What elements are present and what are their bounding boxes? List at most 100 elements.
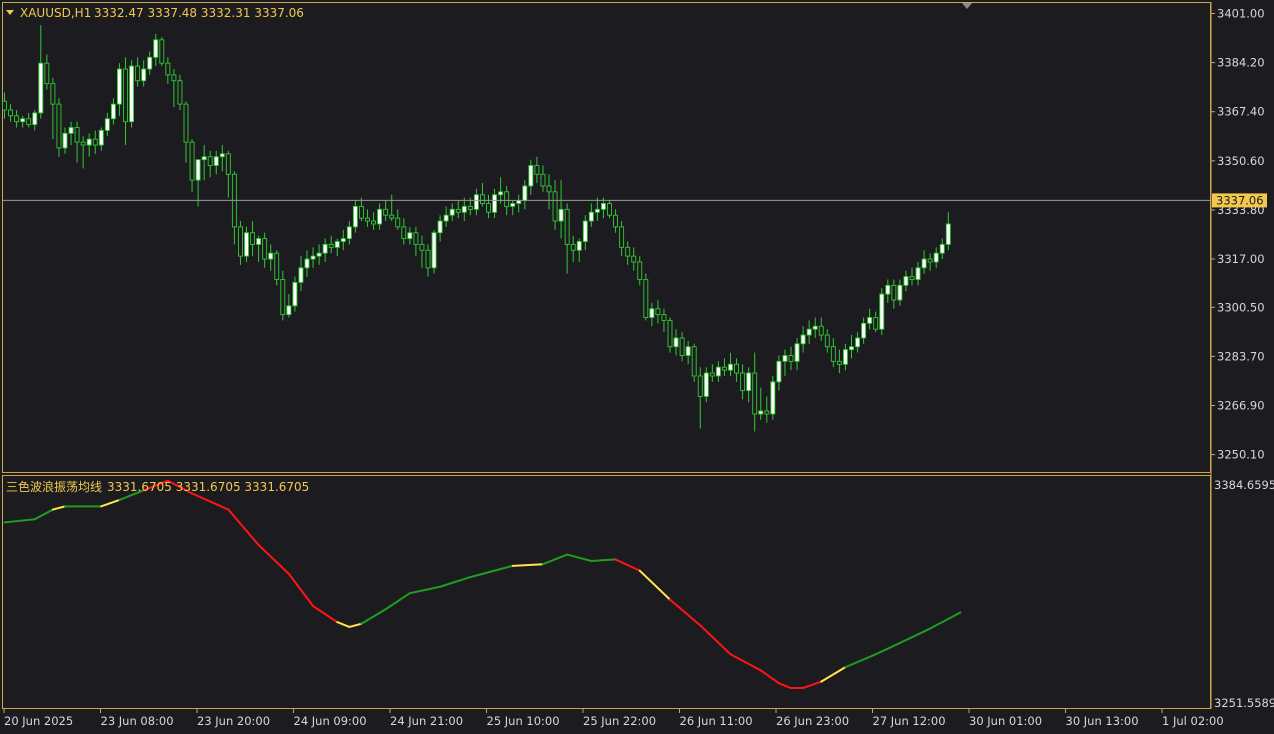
candle-body <box>14 115 20 123</box>
candle-body <box>770 381 776 415</box>
candle-body <box>522 185 528 202</box>
candle-body <box>141 68 147 82</box>
candle-body <box>316 252 322 257</box>
candle-body <box>104 118 110 131</box>
candle-body <box>159 39 165 64</box>
candle-body <box>534 165 540 175</box>
candle-body <box>401 226 407 240</box>
candle-body <box>219 153 225 158</box>
candle-body <box>540 173 546 187</box>
candle-body <box>800 334 806 345</box>
indicator-axis-max: 3384.6595 <box>1214 478 1274 492</box>
candle <box>643 273 649 321</box>
candle-body <box>280 279 286 316</box>
price-tick-label: 3367.40 <box>1217 105 1265 119</box>
candle-body <box>625 246 631 257</box>
candle-body <box>237 226 243 257</box>
candle-body <box>274 252 280 280</box>
candle-body <box>939 243 945 254</box>
candle <box>879 288 885 336</box>
candle-body <box>352 205 358 228</box>
candle-body <box>613 214 618 228</box>
candle-body <box>377 208 383 225</box>
candle-body <box>431 232 437 269</box>
time-tick-label: 25 Jun 10:00 <box>487 714 560 728</box>
candle-body <box>933 252 939 263</box>
candle-body <box>244 232 249 257</box>
candle-body <box>189 141 195 181</box>
candle-body <box>806 328 812 336</box>
candle-body <box>764 410 770 415</box>
candle-body <box>304 258 310 269</box>
candle-body <box>843 349 848 365</box>
candle-body <box>165 62 171 76</box>
candle-body <box>92 138 98 146</box>
candle-body <box>740 372 746 392</box>
indicator-values: 3331.6705 3331.6705 3331.6705 <box>107 480 309 494</box>
candle-body <box>116 68 122 105</box>
candle-body <box>891 284 897 301</box>
candle-body <box>782 355 788 362</box>
candle-body <box>915 267 921 280</box>
trading-chart: 3401.003384.203367.403350.603333.803317.… <box>2 2 1274 728</box>
candle-body <box>425 249 431 269</box>
candle-body <box>897 284 903 301</box>
candle-body <box>601 203 606 210</box>
candle-body <box>607 203 612 216</box>
time-tick-label: 30 Jun 13:00 <box>1066 714 1139 728</box>
candle-body <box>171 74 177 82</box>
candle-body <box>619 226 625 248</box>
candle-body <box>461 205 467 213</box>
candle-body <box>722 366 727 371</box>
candle-body <box>32 112 38 126</box>
candle-body <box>473 194 479 210</box>
candle-body <box>298 267 304 283</box>
candle-body <box>576 241 582 251</box>
candle-body <box>262 238 268 260</box>
candle-body <box>679 337 685 356</box>
candle-body <box>44 62 50 85</box>
price-tick-label: 3317.00 <box>1217 252 1265 266</box>
price-panel <box>2 2 1211 473</box>
candle-body <box>637 261 643 280</box>
price-tick-label: 3300.50 <box>1217 300 1265 314</box>
candle-body <box>359 205 364 219</box>
candle-body <box>389 214 395 219</box>
candle-body <box>467 205 473 210</box>
candle-body <box>734 363 739 374</box>
current-price-label: 3337.06 <box>1216 193 1264 207</box>
candle-body <box>588 211 594 222</box>
candle-body <box>582 220 588 242</box>
candle <box>159 36 165 67</box>
candle-body <box>455 208 461 213</box>
candle-body <box>177 80 183 105</box>
candle-body <box>310 255 316 260</box>
candle <box>607 200 612 219</box>
candle-body <box>153 39 159 58</box>
candle-body <box>885 284 891 295</box>
candle-body <box>74 127 80 143</box>
time-axis-ticks: 20 Jun 2025 23 Jun 08:00 23 Jun 20:00 24 Ju… <box>3 709 1224 728</box>
candle-body <box>697 375 703 397</box>
candle-body <box>86 138 92 146</box>
ohlc-readout: 3332.47 3337.48 3332.31 3337.06 <box>94 6 304 20</box>
candle-body <box>413 232 419 245</box>
candle-body <box>50 83 56 105</box>
time-tick-label: 20 Jun 2025 <box>4 714 73 728</box>
candle-body <box>383 208 389 216</box>
price-tick-label: 3266.90 <box>1217 398 1265 412</box>
candle-body <box>867 317 873 324</box>
candle-body <box>504 191 510 207</box>
candle-body <box>419 243 425 251</box>
candle-body <box>498 191 504 196</box>
candle-body <box>98 129 104 146</box>
candle-body <box>322 243 328 254</box>
candle-body <box>728 363 733 371</box>
candle-body <box>879 293 885 330</box>
price-tick-label: 3384.20 <box>1217 56 1265 70</box>
candle-body <box>62 132 68 149</box>
time-tick-label: 30 Jun 01:00 <box>969 714 1042 728</box>
candle-body <box>437 220 443 234</box>
candle-body <box>256 238 262 245</box>
time-tick-label: 26 Jun 11:00 <box>680 714 753 728</box>
